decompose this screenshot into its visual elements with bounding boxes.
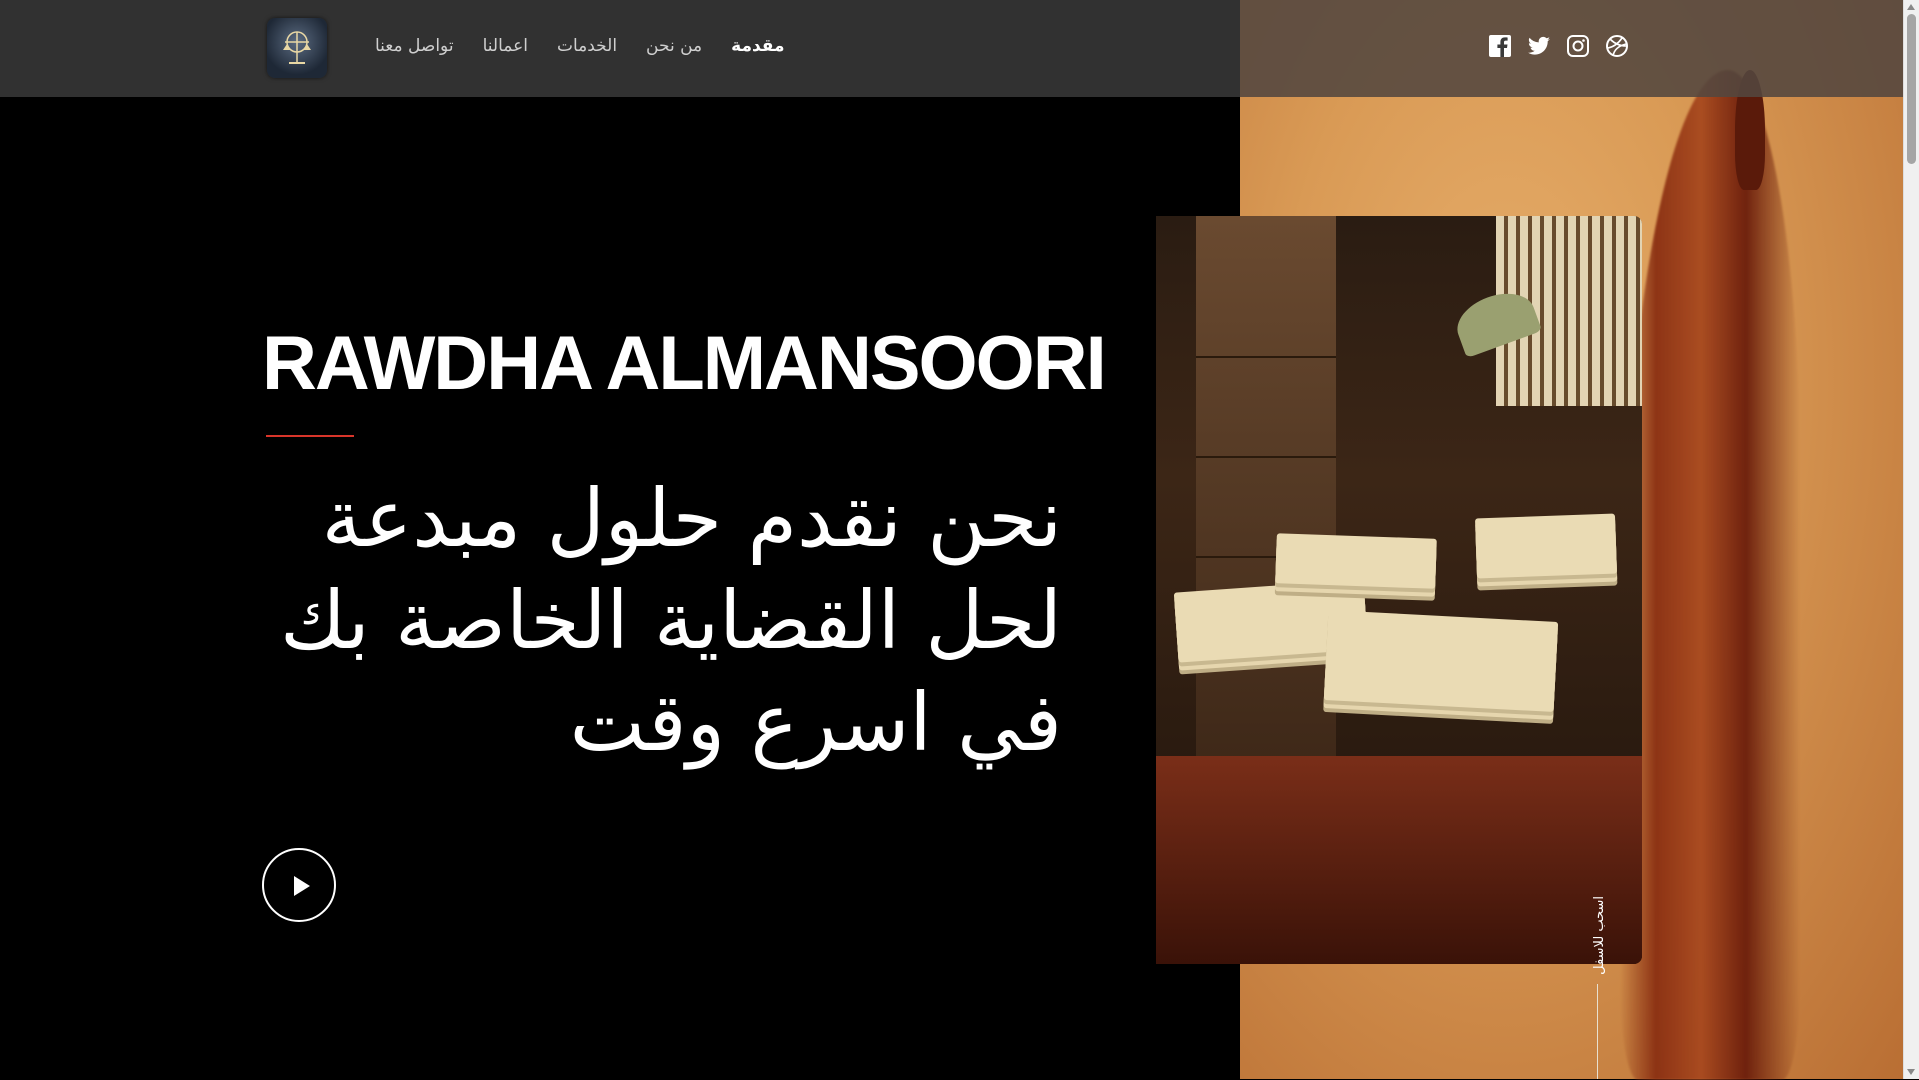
hero-subtitle: نحن نقدم حلول مبدعة لحل القضاية الخاصة ب… xyxy=(262,468,1062,774)
site-logo[interactable] xyxy=(267,18,327,78)
main-nav: مقدمة من نحن الخدمات اعمالنا تواصل معنا xyxy=(375,36,785,56)
scroll-down-caption: اسحب للاسفل xyxy=(1592,896,1607,975)
hero-subtitle-line: في اسرع وقت xyxy=(569,676,1062,769)
scroll-up-arrow[interactable] xyxy=(1907,4,1915,10)
hero-subtitle-line: لحل القضاية الخاصة بك xyxy=(280,574,1062,667)
nav-item-intro[interactable]: مقدمة xyxy=(731,36,784,56)
top-navigation-bar: مقدمة من نحن الخدمات اعمالنا تواصل معنا xyxy=(0,0,1904,97)
nav-item-works[interactable]: اعمالنا xyxy=(483,36,528,56)
social-links xyxy=(1488,34,1629,58)
twitter-icon[interactable] xyxy=(1527,34,1551,58)
nav-item-about[interactable]: من نحن xyxy=(646,36,702,56)
image-desk xyxy=(1156,756,1642,964)
scroll-down-arrow[interactable] xyxy=(1907,1069,1915,1075)
scroll-indicator-line xyxy=(1597,984,1598,1079)
image-papers xyxy=(1275,533,1437,589)
accent-divider xyxy=(266,435,354,437)
image-papers xyxy=(1474,513,1618,579)
instagram-icon[interactable] xyxy=(1566,34,1590,58)
hero-subtitle-line: نحن نقدم حلول مبدعة xyxy=(321,472,1062,565)
page-scrollbar[interactable] xyxy=(1903,0,1919,1079)
image-drawer xyxy=(1196,356,1336,428)
image-papers xyxy=(1323,610,1559,712)
hero-title: RAWDHA ALMANSOORI xyxy=(262,321,1107,406)
dribbble-icon[interactable] xyxy=(1605,34,1629,58)
play-video-button[interactable] xyxy=(262,848,336,922)
play-icon xyxy=(294,876,310,896)
scrollbar-thumb[interactable] xyxy=(1907,14,1916,164)
facebook-icon[interactable] xyxy=(1488,34,1512,58)
nav-item-services[interactable]: الخدمات xyxy=(557,36,617,56)
nav-item-contact[interactable]: تواصل معنا xyxy=(375,36,454,56)
image-drawer xyxy=(1196,456,1336,528)
hero-image-office-desk xyxy=(1156,216,1642,964)
